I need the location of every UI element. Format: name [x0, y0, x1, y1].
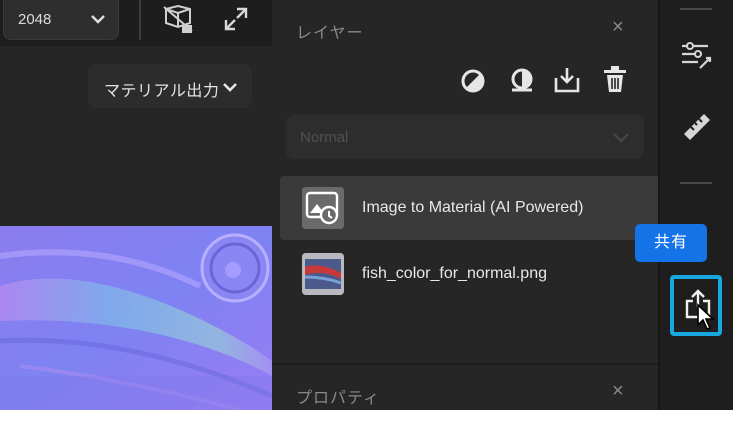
- viewport-toolbar: 2048: [0, 0, 272, 46]
- layers-panel: レイヤー × Normal Image to Material (AI Powe…: [272, 0, 658, 410]
- right-sidebar: [658, 0, 733, 410]
- layer-thumbnail: [302, 253, 344, 295]
- mask-icon[interactable]: [460, 68, 486, 94]
- chevron-down-icon: [223, 83, 237, 92]
- properties-panel-title: プロパティ: [296, 390, 381, 407]
- material-output-button[interactable]: マテリアル出力: [88, 64, 252, 108]
- properties-panel-close-button[interactable]: ×: [612, 380, 624, 403]
- adjust-sliders-icon[interactable]: [680, 40, 712, 70]
- toolbar-divider: [139, 0, 141, 40]
- resolution-select[interactable]: 2048: [3, 0, 119, 40]
- chevron-down-icon: [613, 133, 629, 143]
- import-icon[interactable]: [554, 66, 580, 94]
- sidebar-divider: [680, 8, 712, 10]
- resolution-value: 2048: [18, 11, 52, 28]
- viewport: 2048 マテリアル出力: [0, 0, 272, 410]
- blend-mode-value: Normal: [300, 129, 349, 146]
- normal-map-texture: [0, 226, 272, 410]
- 3d-cube-icon[interactable]: [160, 5, 196, 35]
- layer-row[interactable]: fish_color_for_normal.png: [280, 244, 658, 304]
- fill-layer-icon[interactable]: [508, 68, 536, 94]
- app-window: 2048 マテリアル出力 レイヤー × Normal Image to Mate…: [0, 0, 733, 410]
- layer-thumbnail: [302, 187, 344, 229]
- image-to-material-icon: [302, 187, 344, 229]
- ruler-icon[interactable]: [682, 112, 712, 142]
- panel-divider: [272, 363, 658, 365]
- layer-name: fish_color_for_normal.png: [362, 265, 547, 282]
- sidebar-divider: [680, 182, 712, 184]
- layers-panel-title: レイヤー: [296, 25, 364, 42]
- layers-panel-close-button[interactable]: ×: [612, 16, 624, 39]
- material-output-label: マテリアル出力: [104, 83, 220, 100]
- trash-icon[interactable]: [603, 66, 627, 94]
- layer-name: Image to Material (AI Powered): [362, 199, 584, 216]
- chevron-down-icon: [91, 15, 105, 24]
- normal-map-preview[interactable]: [0, 226, 272, 410]
- share-button[interactable]: [670, 275, 722, 336]
- blend-mode-select[interactable]: Normal: [286, 115, 644, 159]
- layer-row[interactable]: Image to Material (AI Powered): [280, 176, 658, 240]
- share-tooltip: 共有: [635, 224, 707, 262]
- fish-image-thumbnail: [302, 253, 344, 295]
- expand-icon[interactable]: [224, 7, 248, 31]
- cursor-icon: [697, 303, 716, 330]
